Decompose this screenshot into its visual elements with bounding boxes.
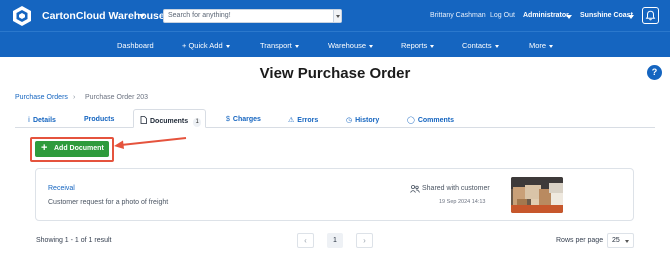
previous-page-button[interactable]: ‹ <box>297 233 314 248</box>
app-title[interactable]: CartonCloud Warehouse <box>42 10 165 22</box>
tab-comments[interactable]: ◯ Comments <box>407 116 454 124</box>
tab-errors-label: Errors <box>297 117 319 124</box>
next-page-button[interactable]: › <box>356 233 373 248</box>
tab-products[interactable]: Products <box>84 116 114 123</box>
page-number-current[interactable]: 1 <box>327 233 343 248</box>
add-document-button[interactable]: + Add Document <box>35 141 109 157</box>
document-icon <box>140 116 147 124</box>
shared-status: Shared with customer <box>410 185 490 192</box>
comment-icon: ◯ <box>407 117 415 124</box>
nav-transport[interactable]: Transport <box>260 41 299 50</box>
chevron-right-icon: › <box>363 236 366 245</box>
breadcrumb-separator-icon: › <box>73 94 76 101</box>
tab-products-label: Products <box>84 116 115 123</box>
document-title-link[interactable]: Receival <box>48 185 75 192</box>
freight-photo-thumbnail[interactable] <box>511 177 563 213</box>
tabs-divider <box>15 127 655 128</box>
chevron-down-icon <box>625 240 629 243</box>
plus-icon: + <box>41 142 48 154</box>
more-chevron-down-icon <box>549 44 554 48</box>
document-card[interactable]: Receival Customer request for a photo of… <box>35 168 634 221</box>
location-dropdown[interactable]: Sunshine Coast <box>580 12 633 19</box>
tab-history[interactable]: ◷ History <box>346 116 379 124</box>
main-navigation: Dashboard + Quick Add Transport Warehous… <box>0 31 670 57</box>
reports-chevron-down-icon <box>430 44 435 48</box>
nav-more-label: More <box>529 41 547 50</box>
rows-per-page-select[interactable]: 25 <box>607 233 634 248</box>
info-icon: ⅰ <box>28 117 30 124</box>
tab-details[interactable]: ⅰ Details <box>28 116 56 124</box>
rows-per-page-value: 25 <box>612 237 620 244</box>
nav-more[interactable]: More <box>529 41 554 50</box>
nav-dashboard-label: Dashboard <box>117 41 154 50</box>
tab-comments-label: Comments <box>417 117 455 124</box>
breadcrumb-current: Purchase Order 203 <box>85 94 149 101</box>
role-dropdown[interactable]: Administrator <box>523 12 569 19</box>
help-button[interactable]: ? <box>647 65 662 80</box>
search-placeholder: Search for anything! <box>168 12 231 19</box>
tab-charges-label: Charges <box>232 116 261 123</box>
tab-details-label: Details <box>32 117 56 124</box>
clock-icon: ◷ <box>346 117 353 124</box>
contacts-chevron-down-icon <box>494 44 499 48</box>
tab-errors[interactable]: ⚠ Errors <box>288 116 318 124</box>
dollar-icon: $ <box>226 116 230 123</box>
quick-add-chevron-down-icon <box>225 44 230 48</box>
nav-warehouse[interactable]: Warehouse <box>328 41 374 50</box>
nav-quick-add-label: + Quick Add <box>182 41 223 50</box>
user-name: Brittany Cashman <box>430 12 486 19</box>
app-switcher-chevron-down-icon[interactable] <box>139 14 145 18</box>
nav-contacts-label: Contacts <box>462 41 492 50</box>
tab-history-label: History <box>355 117 380 124</box>
tab-documents-label: Documents <box>150 118 189 125</box>
tab-charges[interactable]: $ Charges <box>226 116 261 123</box>
bell-icon <box>645 10 656 21</box>
search-dropdown-chevron-icon[interactable] <box>333 10 341 22</box>
transport-chevron-down-icon <box>294 44 299 48</box>
top-bar: CartonCloud Warehouse Search for anythin… <box>0 0 670 31</box>
nav-quick-add[interactable]: + Quick Add <box>182 41 230 50</box>
nav-transport-label: Transport <box>260 41 292 50</box>
logout-link[interactable]: Log Out <box>490 12 515 19</box>
warehouse-chevron-down-icon <box>369 44 374 48</box>
notifications-button[interactable] <box>642 7 659 24</box>
shared-status-label: Shared with customer <box>422 185 490 192</box>
document-description: Customer request for a photo of freight <box>48 199 169 206</box>
search-input[interactable]: Search for anything! <box>163 9 342 23</box>
nav-reports-label: Reports <box>401 41 428 50</box>
document-date: 19 Sep 2024 14:13 <box>439 199 486 205</box>
tab-documents[interactable]: Documents 1 <box>133 109 206 128</box>
nav-dashboard[interactable]: Dashboard <box>117 41 154 50</box>
page-title: View Purchase Order <box>259 65 411 82</box>
nav-warehouse-label: Warehouse <box>328 41 367 50</box>
breadcrumb-purchase-orders[interactable]: Purchase Orders <box>15 94 68 101</box>
location-chevron-down-icon[interactable] <box>628 15 634 19</box>
results-summary: Showing 1 - 1 of 1 result <box>36 237 112 244</box>
add-document-label: Add Document <box>54 145 104 152</box>
role-chevron-down-icon[interactable] <box>566 15 572 19</box>
documents-count-badge: 1 <box>193 118 202 127</box>
chevron-left-icon: ‹ <box>304 236 307 245</box>
warning-icon: ⚠ <box>288 117 295 124</box>
rows-per-page-label: Rows per page <box>556 237 604 244</box>
nav-contacts[interactable]: Contacts <box>462 41 499 50</box>
annotation-arrow-icon <box>114 137 187 149</box>
nav-reports[interactable]: Reports <box>401 41 435 50</box>
cartoncloud-logo-icon[interactable] <box>11 5 33 27</box>
